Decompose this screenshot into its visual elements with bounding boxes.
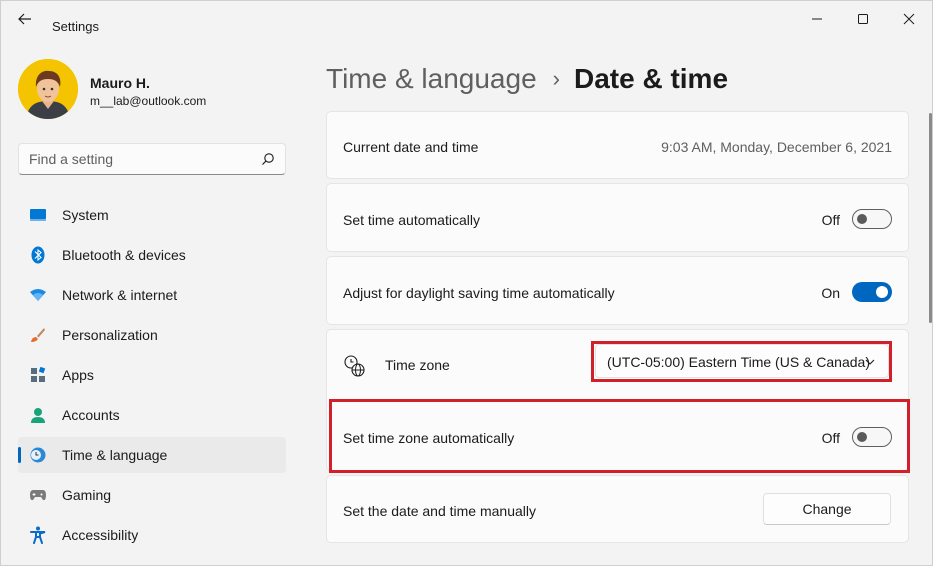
search-input[interactable] <box>29 144 249 174</box>
daylight-saving-toggle[interactable] <box>852 282 892 302</box>
sidebar-item-personalization[interactable]: Personalization <box>18 317 286 353</box>
profile-name: Mauro H. <box>90 75 150 91</box>
apps-icon <box>29 366 47 384</box>
current-date-time-value: 9:03 AM, Monday, December 6, 2021 <box>661 139 892 155</box>
scrollbar[interactable] <box>929 113 932 323</box>
brush-icon <box>29 326 47 344</box>
sidebar-item-system[interactable]: System <box>18 197 286 233</box>
sidebar-item-apps[interactable]: Apps <box>18 357 286 393</box>
maximize-button[interactable] <box>840 3 886 35</box>
set-time-zone-auto-label: Set time zone automatically <box>343 430 515 446</box>
back-arrow-icon <box>18 13 31 25</box>
system-icon <box>29 206 47 224</box>
breadcrumb: Time & language › Date & time <box>326 59 728 99</box>
maximize-icon <box>858 14 868 24</box>
time-zone-label: Time zone <box>385 357 450 373</box>
toggle-knob <box>857 432 867 442</box>
time-zone-card: Time zone (UTC-05:00) Eastern Time (US &… <box>326 329 909 471</box>
back-button[interactable] <box>13 9 37 29</box>
sidebar-item-label: Apps <box>62 367 94 383</box>
sidebar-item-accessibility[interactable]: Accessibility <box>18 517 286 553</box>
time-zone-icon <box>344 355 365 377</box>
set-time-auto-card: Set time automatically Off <box>326 183 909 252</box>
change-button[interactable]: Change <box>763 493 891 525</box>
current-date-time-label: Current date and time <box>343 139 479 155</box>
minimize-button[interactable] <box>794 3 840 35</box>
sidebar-item-accounts[interactable]: Accounts <box>18 397 286 433</box>
toggle-knob <box>857 214 867 224</box>
toggle-knob <box>876 286 888 298</box>
daylight-saving-state: On <box>821 285 840 301</box>
sidebar-item-label: Personalization <box>62 327 158 343</box>
user-avatar-icon <box>18 59 78 119</box>
set-time-auto-toggle[interactable] <box>852 209 892 229</box>
sidebar-item-label: Time & language <box>62 447 168 463</box>
current-date-time-card: Current date and time 9:03 AM, Monday, D… <box>326 111 909 179</box>
sidebar-item-gaming[interactable]: Gaming <box>18 477 286 513</box>
sidebar-item-network[interactable]: Network & internet <box>18 277 286 313</box>
profile-email: m__lab@outlook.com <box>90 94 207 108</box>
sidebar-item-label: Accounts <box>62 407 120 423</box>
bluetooth-icon <box>29 246 47 264</box>
search-icon[interactable] <box>261 152 275 166</box>
gaming-icon <box>29 486 47 504</box>
wifi-icon <box>29 286 47 304</box>
set-time-auto-state: Off <box>821 212 840 228</box>
avatar[interactable] <box>18 59 78 119</box>
accounts-icon <box>29 406 47 424</box>
sidebar-item-label: Accessibility <box>62 527 139 543</box>
time-zone-dropdown[interactable]: (UTC-05:00) Eastern Time (US & Canada) <box>595 344 889 378</box>
sidebar-item-label: Bluetooth & devices <box>62 247 186 263</box>
set-time-zone-auto-toggle[interactable] <box>852 427 892 447</box>
sidebar-item-label: Gaming <box>62 487 112 503</box>
minimize-icon <box>812 18 822 20</box>
set-manually-label: Set the date and time manually <box>343 503 537 519</box>
time-language-icon <box>29 446 47 464</box>
sidebar-nav: System Bluetooth & devices Network & int… <box>18 197 286 557</box>
sidebar-item-bluetooth[interactable]: Bluetooth & devices <box>18 237 286 273</box>
set-time-zone-auto-state: Off <box>821 430 840 446</box>
sidebar-item-label: Network & internet <box>62 287 178 303</box>
app-title: Settings <box>52 19 99 34</box>
daylight-saving-card: Adjust for daylight saving time automati… <box>326 256 909 325</box>
search-box[interactable] <box>18 143 286 175</box>
sidebar-item-label: System <box>62 207 109 223</box>
title-bar: Settings <box>1 1 932 37</box>
chevron-right-icon: › <box>552 66 560 91</box>
daylight-saving-label: Adjust for daylight saving time automati… <box>343 285 615 301</box>
chevron-down-icon <box>865 359 875 365</box>
set-manually-card: Set the date and time manually Change <box>326 475 909 543</box>
time-zone-selected: (UTC-05:00) Eastern Time (US & Canada) <box>607 354 870 370</box>
page-title: Date & time <box>573 63 729 94</box>
close-icon <box>903 13 915 25</box>
settings-window: Settings Mauro H. m__lab@outlook.com Fin… <box>0 0 933 566</box>
accessibility-icon <box>29 526 47 544</box>
sidebar-item-time-language[interactable]: Time & language <box>18 437 286 473</box>
breadcrumb-parent[interactable]: Time & language <box>326 63 537 95</box>
close-button[interactable] <box>886 3 932 35</box>
set-time-auto-label: Set time automatically <box>343 212 480 228</box>
